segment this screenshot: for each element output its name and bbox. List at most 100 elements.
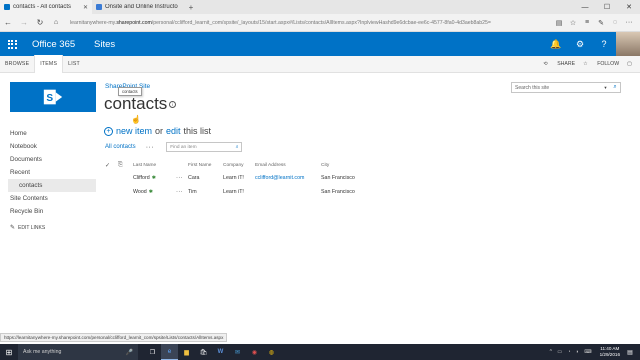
address-bar: ← → ↻ ⌂ learnitanywhere-my. sharepoint.co… [0, 14, 640, 32]
nav-item-home[interactable]: Home [10, 127, 96, 140]
back-arrow-icon[interactable]: ← [0, 18, 16, 27]
new-item-link[interactable]: new item [116, 126, 152, 136]
windows-taskbar: ⊞ Ask me anything 🎤 ❐ e ▆ 🛍 W ✉ ◉ ◍ ^ ▭ … [0, 344, 640, 360]
select-all-check-icon[interactable]: ✓ [105, 162, 118, 169]
minimize-button[interactable]: — [574, 0, 596, 14]
cell-company: Learn iT! [223, 189, 244, 195]
table-row[interactable]: Wood ✱ ··· Tim Learn iT! San Francisco [105, 185, 381, 199]
cell-city: San Francisco [321, 175, 355, 181]
url-field[interactable]: learnitanywhere-my. sharepoint.com/person… [64, 17, 552, 29]
cell-city: San Francisco [321, 189, 355, 195]
follow-label: FOLLOW [597, 61, 620, 67]
table-header: ✓ ⎘ Last Name First Name Company Email A… [105, 159, 381, 171]
home-icon[interactable]: ⌂ [48, 19, 64, 26]
windows-start-icon[interactable]: ⊞ [0, 348, 18, 357]
store-icon[interactable]: 🛍 [195, 344, 212, 360]
status-bar-url: https://learnitanywhere-my.sharepoint.co… [0, 333, 228, 342]
help-icon[interactable]: ? [592, 32, 616, 56]
col-email[interactable]: Email Address [255, 163, 321, 168]
media-icon[interactable]: ◉ [246, 344, 263, 360]
favorite-star-icon[interactable]: ☆ [566, 19, 580, 27]
share-button[interactable]: ⟲ SHARE [543, 61, 575, 67]
browser-tab-onsite[interactable]: Onsite and Online Instructo [92, 0, 184, 14]
follow-button[interactable]: ☆ FOLLOW [583, 61, 619, 67]
col-last-name[interactable]: Last Name [133, 163, 176, 168]
add-circle-icon[interactable]: + [104, 126, 113, 136]
sites-app-title[interactable]: Sites [92, 39, 115, 50]
chrome-icon[interactable]: ◍ [263, 344, 280, 360]
close-window-button[interactable]: ✕ [618, 0, 640, 14]
browser-tab-contacts[interactable]: contacts - All contacts ✕ [0, 0, 92, 14]
find-item-input[interactable]: Find an item ⌕ [166, 142, 243, 152]
cell-email[interactable]: cclifford@learnit.com [255, 175, 321, 181]
notifications-bell-icon[interactable]: 🔔 [544, 32, 568, 56]
nav-item-recycle-bin[interactable]: Recycle Bin [10, 205, 96, 218]
view-more-button[interactable]: ··· [146, 144, 155, 151]
word-icon[interactable]: W [212, 344, 229, 360]
nav-item-contacts[interactable]: contacts [8, 179, 96, 192]
edge-browser-icon[interactable]: e [161, 344, 178, 360]
microphone-icon[interactable]: 🎤 [126, 349, 138, 356]
app-launcher-waffle-icon[interactable] [0, 32, 24, 56]
cell-last-name[interactable]: Wood ✱ [133, 189, 176, 195]
settings-gear-icon[interactable]: ⚙ [568, 32, 592, 56]
search-icon[interactable]: ⌕ [610, 84, 620, 91]
user-avatar[interactable] [616, 32, 640, 56]
tab-list[interactable]: LIST [63, 56, 85, 73]
share-icon[interactable]: ◌ [608, 19, 622, 27]
share-label: SHARE [557, 61, 576, 67]
new-tab-button[interactable]: + [184, 0, 198, 14]
page-favicon-icon [96, 4, 102, 10]
search-placeholder: Search this site [515, 84, 550, 91]
nav-item-site-contents[interactable]: Site Contents [10, 192, 96, 205]
row-menu-button[interactable]: ··· [176, 189, 188, 195]
search-icon[interactable]: ⌕ [233, 144, 241, 150]
office365-brand[interactable]: Office 365 [24, 39, 92, 50]
chevron-down-icon[interactable]: ▼ [601, 85, 610, 90]
new-item-icon: ✱ [151, 175, 156, 181]
col-first-name[interactable]: First Name [188, 163, 223, 168]
outlook-icon[interactable]: ✉ [229, 344, 246, 360]
clock[interactable]: 11:40 AM 1/29/2016 [600, 346, 620, 358]
col-company[interactable]: Company [223, 163, 255, 168]
table-row[interactable]: Clifford ✱ ··· Cara Learn iT! cclifford@l… [105, 171, 381, 185]
view-all-contacts[interactable]: All contacts [105, 144, 136, 150]
nav-item-recent[interactable]: Recent [10, 166, 96, 179]
focus-content-icon[interactable]: ▢ [627, 61, 632, 67]
edit-links-button[interactable]: ✎ EDIT LINKS [10, 224, 96, 232]
tray-icons[interactable]: ^ ▭ ◔ ◗ ⌨ [550, 349, 594, 355]
url-prefix: learnitanywhere-my. [70, 19, 117, 26]
tab-browse[interactable]: BROWSE [0, 56, 34, 73]
edit-link[interactable]: edit [166, 126, 181, 136]
or-text: or [155, 126, 164, 136]
maximize-button[interactable]: ☐ [596, 0, 618, 14]
find-placeholder: Find an item [170, 144, 197, 150]
quick-launch-nav: Home Notebook Documents Recent contacts … [8, 127, 96, 232]
attachment-icon: ⎘ [118, 161, 123, 168]
forward-arrow-icon[interactable]: → [16, 18, 32, 27]
cell-last-name[interactable]: Clifford ✱ [133, 175, 176, 181]
hub-icon[interactable]: ≡ [580, 19, 594, 27]
new-item-icon: ✱ [148, 189, 153, 195]
web-note-icon[interactable]: ✎ [594, 19, 608, 27]
ribbon-tabs: BROWSE ITEMS LIST ⟲ SHARE ☆ FOLLOW ▢ [0, 55, 640, 73]
cortana-search-input[interactable]: Ask me anything 🎤 [18, 344, 138, 360]
new-item-bar: + new item or edit this list [104, 126, 214, 136]
more-icon[interactable]: ··· [622, 19, 636, 27]
nav-item-notebook[interactable]: Notebook [10, 140, 96, 153]
file-explorer-icon[interactable]: ▆ [178, 344, 195, 360]
action-center-icon[interactable]: ▤ [624, 349, 636, 356]
col-city[interactable]: City [321, 163, 381, 168]
tab-close-icon[interactable]: ✕ [83, 4, 88, 11]
reading-view-icon[interactable]: ▤ [552, 19, 566, 27]
task-view-icon[interactable]: ❐ [144, 344, 161, 360]
cell-first-name: Tim [188, 189, 197, 195]
mouse-pointer-icon: ☝ [131, 115, 141, 124]
row-menu-button[interactable]: ··· [176, 175, 188, 181]
info-icon[interactable]: i [169, 101, 176, 108]
nav-item-documents[interactable]: Documents [10, 153, 96, 166]
tab-items[interactable]: ITEMS [34, 55, 64, 73]
site-search-input[interactable]: Search this site ▼ ⌕ [511, 82, 621, 93]
refresh-icon[interactable]: ↻ [32, 18, 48, 27]
site-logo[interactable]: S [10, 82, 96, 112]
